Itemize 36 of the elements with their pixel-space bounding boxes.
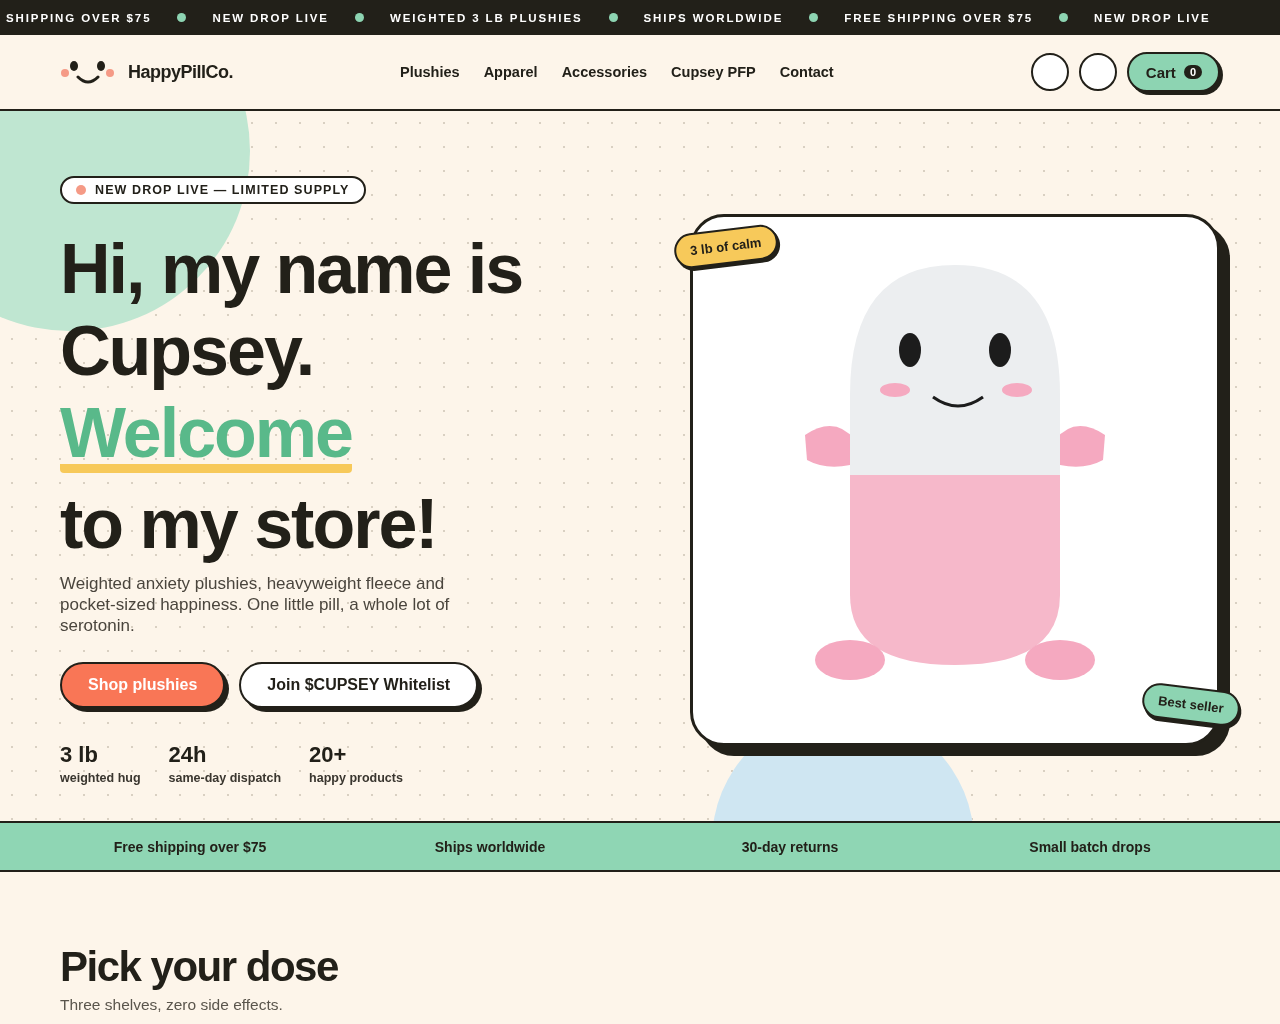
stat-value: 24h: [168, 742, 208, 768]
feature-text: Small batch drops: [1028, 838, 1152, 855]
ticker-text: SHIPS WORLDWIDE: [643, 11, 784, 24]
nav-link[interactable]: Contact: [779, 64, 834, 80]
dot-icon: [1059, 13, 1068, 22]
cart-button[interactable]: Cart 0: [1126, 52, 1220, 92]
nav-link[interactable]: Plushies: [400, 64, 460, 80]
stat-label: weighted hug: [60, 771, 141, 785]
circle-button[interactable]: [1030, 53, 1069, 91]
nav-link[interactable]: Apparel: [483, 64, 538, 80]
circle-button[interactable]: [1078, 53, 1117, 91]
ticker-text: NEW DROP LIVE: [212, 11, 329, 24]
hero-heading: Hi, my name is Cupsey. Welcome to my store!: [60, 229, 524, 565]
dot-icon: [354, 13, 364, 22]
section-subtitle: Three shelves, zero side effects.: [60, 996, 284, 1014]
announcement-badge: NEW DROP LIVE — LIMITED SUPPLY: [60, 176, 366, 204]
hero-description: Weighted anxiety plushies, heavyweight fleece and pocket-sized happiness. One little pill, a whole lot of serotonin.: [60, 573, 451, 636]
brand-name[interactable]: HappyPillCo.: [128, 61, 233, 83]
nav-link[interactable]: Cupsey PFP: [671, 64, 756, 80]
ticker-text: NEW DROP LIVE: [1094, 11, 1211, 24]
nav-link[interactable]: Accessories: [561, 64, 648, 80]
stat-value: 3 lb: [60, 742, 99, 768]
stat-value: 20+: [309, 742, 348, 768]
feature-text: Free shipping over $75: [112, 838, 268, 855]
stat-label: same-day dispatch: [168, 771, 282, 785]
dot-icon: [809, 13, 819, 22]
feature-text: 30-day returns: [740, 838, 840, 855]
section-title: Pick your dose: [60, 942, 339, 992]
feature-text: Ships worldwide: [433, 838, 547, 855]
dot-icon: [608, 13, 618, 22]
ticker-text: WEIGHTED 3 LB PLUSHIES: [389, 11, 583, 24]
dot-icon: [177, 13, 187, 22]
stat-label: happy products: [309, 771, 403, 785]
cart-count: 0: [1183, 65, 1202, 79]
ticker-text: FREE SHIPPING OVER $75: [844, 11, 1033, 24]
ticker-text: SHIPPING OVER $75: [6, 11, 152, 24]
